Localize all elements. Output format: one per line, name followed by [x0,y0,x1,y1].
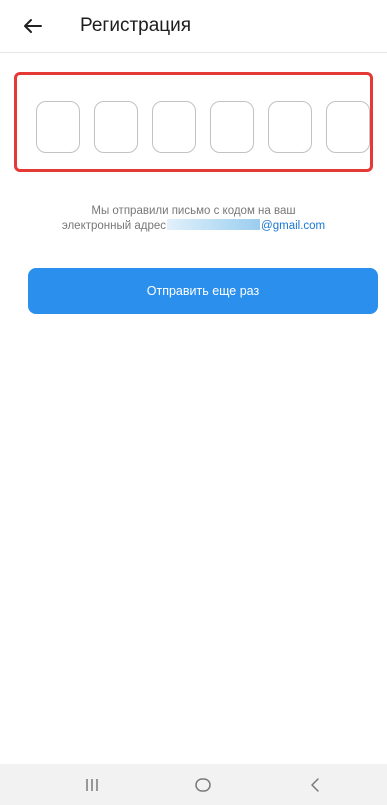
info-line-2-prefix: электронный адрес [61,220,167,232]
email-sent-message: Мы отправили письмо с кодом на ваш элект… [30,204,357,234]
masked-email [167,219,261,230]
home-button[interactable] [173,764,233,805]
code-digit-5[interactable] [268,101,312,153]
arrow-left-icon [24,19,42,33]
email-domain: @gmail.com [261,220,326,232]
info-line-1: Мы отправили письмо с кодом на ваш [91,205,296,217]
recent-apps-icon [86,778,98,791]
home-icon [195,777,211,792]
code-digit-2[interactable] [94,101,138,153]
verification-code-input [14,72,373,172]
chevron-left-icon [311,777,319,792]
page-title: Регистрация [80,15,192,36]
app-header: Регистрация [0,0,387,53]
resend-button-label: Отправить еще раз [146,284,260,298]
back-button[interactable] [18,12,48,40]
code-digit-4[interactable] [210,101,254,153]
info-line-2: электронный адрес @gmail.com [30,219,357,234]
recent-apps-button[interactable] [62,764,122,805]
code-digit-3[interactable] [152,101,196,153]
nav-back-button[interactable] [285,764,345,805]
resend-button[interactable]: Отправить еще раз [28,268,378,314]
code-digit-1[interactable] [36,101,80,153]
system-navigation-bar [0,764,387,805]
code-digit-6[interactable] [326,101,370,153]
